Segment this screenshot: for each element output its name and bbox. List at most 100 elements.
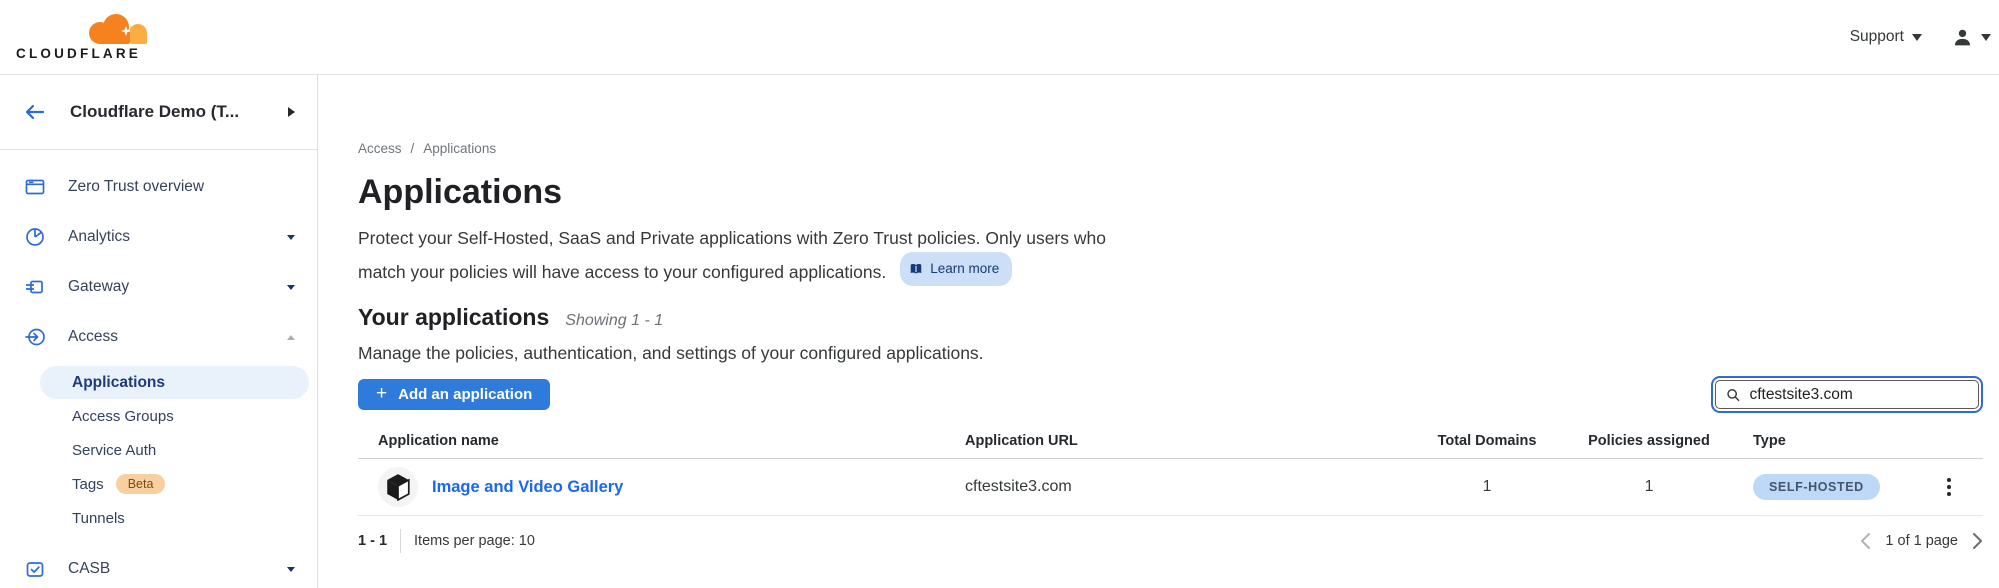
table-row: Image and Video Gallery cftestsite3.com … bbox=[358, 459, 1983, 516]
cloudflare-dashboard: CLOUDFLARE Support Cloudflare Demo (T... bbox=[0, 0, 1999, 588]
type-cell: SELF-HOSTED bbox=[1753, 474, 1913, 500]
sidebar-item-label: Gateway bbox=[68, 278, 287, 296]
chevron-down-icon bbox=[1912, 34, 1922, 41]
learn-more-badge[interactable]: Learn more bbox=[900, 252, 1012, 286]
table-footer: 1 - 1 Items per page: 10 1 of 1 page bbox=[358, 516, 1983, 553]
sidebar-item-gateway[interactable]: Gateway bbox=[0, 262, 317, 312]
chevron-down-icon bbox=[1981, 34, 1991, 41]
breadcrumb-access[interactable]: Access bbox=[358, 141, 402, 156]
description-line-2: match your policies will have access to … bbox=[358, 252, 1983, 286]
breadcrumb-separator: / bbox=[411, 141, 415, 156]
search-box bbox=[1711, 376, 1983, 413]
chevron-right-icon bbox=[1972, 532, 1983, 550]
chevron-down-icon bbox=[287, 567, 295, 572]
sidebar-item-label: Analytics bbox=[68, 228, 287, 246]
col-header-total-domains: Total Domains bbox=[1431, 433, 1543, 458]
footer-left: 1 - 1 Items per page: 10 bbox=[358, 529, 535, 553]
chevron-down-icon bbox=[287, 235, 295, 240]
chevron-up-icon bbox=[287, 335, 295, 340]
application-url: cftestsite3.com bbox=[965, 478, 1431, 496]
add-application-button[interactable]: + Add an application bbox=[358, 379, 550, 410]
book-icon bbox=[909, 262, 923, 276]
sidebar: Cloudflare Demo (T... Zero Trust overvie… bbox=[0, 75, 318, 588]
access-icon bbox=[25, 327, 45, 347]
chevron-down-icon bbox=[287, 285, 295, 290]
sidebar-item-label: Service Auth bbox=[72, 442, 156, 459]
pagination: 1 of 1 page bbox=[1860, 532, 1983, 550]
sidebar-item-analytics[interactable]: Analytics bbox=[0, 212, 317, 262]
cloudflare-wordmark: CLOUDFLARE bbox=[16, 46, 141, 61]
previous-page-button[interactable] bbox=[1860, 532, 1871, 550]
toolbar: + Add an application bbox=[358, 376, 1983, 413]
kebab-icon bbox=[1943, 474, 1955, 500]
next-page-button[interactable] bbox=[1972, 532, 1983, 550]
sidebar-item-zero-trust-overview[interactable]: Zero Trust overview bbox=[0, 162, 317, 212]
section-subtext: Manage the policies, authentication, and… bbox=[358, 340, 1983, 366]
search-icon bbox=[1726, 387, 1740, 403]
description-line-1: Protect your Self-Hosted, SaaS and Priva… bbox=[358, 224, 1983, 252]
sidebar-nav: Zero Trust overview Analytics Gateway bbox=[0, 150, 317, 588]
account-name: Cloudflare Demo (T... bbox=[70, 102, 288, 122]
sidebar-item-label: Access Groups bbox=[72, 408, 174, 425]
chevron-left-icon bbox=[1860, 532, 1871, 550]
casb-icon bbox=[25, 559, 45, 579]
sidebar-item-label: Zero Trust overview bbox=[68, 178, 295, 196]
sidebar-item-label: Tags bbox=[72, 476, 104, 493]
sidebar-item-label: Access bbox=[68, 328, 287, 346]
col-header-application-name: Application name bbox=[358, 433, 965, 458]
sidebar-item-label: CASB bbox=[68, 560, 287, 578]
sidebar-item-access[interactable]: Access bbox=[0, 312, 317, 362]
user-menu[interactable] bbox=[1952, 27, 1991, 48]
page-title: Applications bbox=[358, 170, 1983, 214]
sidebar-item-casb[interactable]: CASB bbox=[0, 544, 317, 588]
search-input[interactable] bbox=[1749, 386, 1968, 404]
search-inner bbox=[1715, 380, 1979, 409]
breadcrumb-applications[interactable]: Applications bbox=[423, 141, 496, 156]
plus-icon: + bbox=[376, 384, 387, 403]
col-header-type: Type bbox=[1753, 433, 1913, 458]
sidebar-item-tunnels[interactable]: Tunnels bbox=[0, 501, 317, 535]
type-badge: SELF-HOSTED bbox=[1753, 474, 1880, 500]
policies-assigned-value: 1 bbox=[1581, 478, 1717, 496]
support-menu[interactable]: Support bbox=[1850, 28, 1922, 46]
sidebar-item-tags[interactable]: Tags Beta bbox=[0, 467, 317, 501]
showing-count: Showing 1 - 1 bbox=[565, 312, 663, 330]
col-header-application-url: Application URL bbox=[965, 433, 1431, 458]
main-content: Access / Applications Applications Prote… bbox=[318, 75, 1999, 588]
col-header-policies-assigned: Policies assigned bbox=[1581, 433, 1717, 458]
table-header-row: Application name Application URL Total D… bbox=[358, 415, 1983, 459]
footer-divider bbox=[400, 529, 401, 553]
sidebar-item-applications[interactable]: Applications bbox=[40, 366, 309, 399]
sidebar-item-label: Applications bbox=[72, 374, 165, 392]
section-head: Your applications Showing 1 - 1 bbox=[358, 304, 1983, 334]
items-range: 1 - 1 bbox=[358, 533, 387, 549]
cloudflare-logo[interactable]: CLOUDFLARE bbox=[16, 13, 152, 61]
account-expand-icon[interactable] bbox=[288, 107, 295, 117]
topbar-right: Support bbox=[1850, 27, 1991, 48]
support-label: Support bbox=[1850, 28, 1904, 46]
items-per-page-control[interactable]: Items per page: 10 bbox=[414, 533, 535, 549]
user-icon bbox=[1952, 27, 1973, 48]
overview-icon bbox=[25, 177, 45, 197]
back-arrow-icon[interactable] bbox=[24, 102, 46, 122]
sidebar-item-service-auth[interactable]: Service Auth bbox=[0, 433, 317, 467]
page-description: Protect your Self-Hosted, SaaS and Priva… bbox=[358, 224, 1983, 286]
row-actions-menu[interactable] bbox=[1943, 474, 1983, 500]
page-status: 1 of 1 page bbox=[1885, 533, 1958, 549]
sidebar-item-access-groups[interactable]: Access Groups bbox=[0, 399, 317, 433]
application-avatar bbox=[378, 467, 418, 507]
application-name-cell: Image and Video Gallery bbox=[358, 467, 965, 507]
analytics-icon bbox=[25, 227, 45, 247]
account-header: Cloudflare Demo (T... bbox=[0, 75, 317, 150]
gateway-icon bbox=[25, 277, 45, 297]
beta-badge: Beta bbox=[116, 474, 166, 494]
application-name-link[interactable]: Image and Video Gallery bbox=[432, 478, 623, 497]
applications-table: Application name Application URL Total D… bbox=[358, 415, 1983, 553]
section-title: Your applications bbox=[358, 304, 549, 331]
sidebar-item-label: Tunnels bbox=[72, 510, 125, 527]
cloudflare-cloud-icon bbox=[86, 13, 152, 45]
total-domains-value: 1 bbox=[1431, 478, 1543, 496]
breadcrumb: Access / Applications bbox=[358, 141, 1983, 156]
cube-icon bbox=[385, 473, 411, 501]
topbar: CLOUDFLARE Support bbox=[0, 0, 1999, 75]
